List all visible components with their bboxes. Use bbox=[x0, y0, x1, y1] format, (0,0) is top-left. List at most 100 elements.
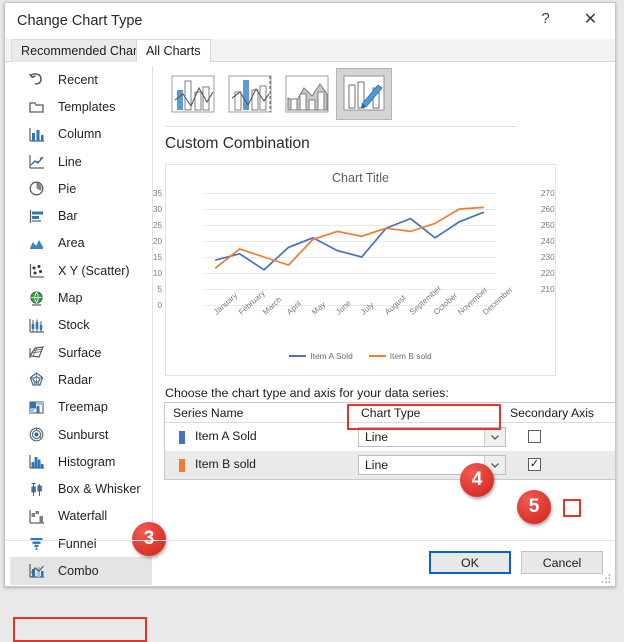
column-header-series-name: Series Name bbox=[173, 406, 244, 420]
column-chart-icon bbox=[27, 125, 46, 144]
series-table-header: Series Name Chart Type Secondary Axis bbox=[165, 403, 615, 423]
waterfall-icon bbox=[27, 507, 46, 526]
chart-type-value: Line bbox=[365, 430, 389, 444]
secondary-y-axis-tick-label: 220 bbox=[541, 269, 555, 278]
combo-selection-highlight bbox=[13, 617, 147, 642]
sidebar-item-label: Funnel bbox=[58, 536, 97, 551]
sidebar-item-label: Recent bbox=[58, 72, 98, 87]
sidebar-item-treemap[interactable]: Treemap bbox=[10, 394, 152, 421]
y-axis-tick-label: 25 bbox=[152, 221, 162, 230]
sidebar-item-label: Stock bbox=[58, 318, 90, 333]
sidebar-item-label: Line bbox=[58, 154, 82, 169]
cancel-button[interactable]: Cancel bbox=[521, 551, 603, 574]
legend-item: Item A Sold bbox=[289, 351, 353, 361]
sidebar-item-map[interactable]: Map bbox=[10, 284, 152, 311]
box-whisker-icon bbox=[27, 480, 46, 499]
sidebar-item-label: Radar bbox=[58, 372, 93, 387]
scatter-chart-icon bbox=[27, 261, 46, 280]
secondary-axis-checkbox-row-2[interactable]: ✓ bbox=[528, 458, 541, 471]
y-axis-tick-label: 0 bbox=[157, 301, 162, 310]
chart-type-dropdown-row-1[interactable]: Line bbox=[358, 427, 506, 447]
series-table: Series Name Chart Type Secondary Axis It… bbox=[164, 402, 616, 480]
subtype-clustered-column-line-secondary-axis[interactable] bbox=[222, 68, 278, 120]
legend-swatch bbox=[368, 354, 386, 358]
treemap-icon bbox=[27, 398, 46, 417]
series-line-item-b-sold bbox=[214, 206, 484, 269]
histogram-icon bbox=[27, 452, 46, 471]
sidebar-item-label: Pie bbox=[58, 181, 77, 196]
secondary-y-axis-tick-label: 230 bbox=[541, 253, 555, 262]
subtype-stacked-area-clustered-column[interactable] bbox=[279, 68, 335, 120]
legend-swatch bbox=[289, 354, 307, 358]
stock-chart-icon bbox=[27, 316, 46, 335]
column-header-secondary-axis: Secondary Axis bbox=[510, 406, 595, 420]
sidebar-item-recent[interactable]: Recent bbox=[10, 66, 152, 93]
sidebar-item-histogram[interactable]: Histogram bbox=[10, 448, 152, 475]
y-axis-tick-label: 30 bbox=[152, 205, 162, 214]
y-axis-tick-label: 35 bbox=[152, 189, 162, 198]
y-axis-tick-label: 20 bbox=[152, 237, 162, 246]
sidebar-item-label: Sunburst bbox=[58, 427, 109, 442]
combo-subtype-strip[interactable] bbox=[163, 68, 615, 122]
series-name-label: Item B sold bbox=[195, 457, 256, 471]
sidebar-item-bar[interactable]: Bar bbox=[10, 202, 152, 229]
y-axis-tick-label: 10 bbox=[152, 269, 162, 278]
series-line-item-a-sold bbox=[214, 211, 485, 271]
bar-chart-icon bbox=[27, 207, 46, 226]
sidebar-item-pie[interactable]: Pie bbox=[10, 175, 152, 202]
series-color-swatch bbox=[179, 431, 185, 444]
sidebar-item-label: Histogram bbox=[58, 454, 116, 469]
sidebar-item-label: Column bbox=[58, 127, 102, 142]
sidebar-item-x-y-scatter[interactable]: X Y (Scatter) bbox=[10, 257, 152, 284]
undo-arrow-icon bbox=[27, 70, 46, 89]
subtype-custom-combination[interactable] bbox=[336, 68, 392, 120]
folder-icon bbox=[27, 97, 46, 116]
sidebar-item-label: Map bbox=[58, 291, 83, 306]
tab-all-charts[interactable]: All Charts bbox=[136, 39, 211, 63]
y-axis-tick-label: 15 bbox=[152, 253, 162, 262]
help-icon[interactable]: ? bbox=[523, 3, 568, 34]
secondary-y-axis-tick-label: 250 bbox=[541, 221, 555, 230]
sunburst-icon bbox=[27, 425, 46, 444]
chevron-down-icon[interactable] bbox=[484, 428, 505, 446]
chart-type-value: Line bbox=[365, 458, 389, 472]
series-instruction-label: Choose the chart type and axis for your … bbox=[165, 386, 449, 400]
callout-badge-5: 5 bbox=[517, 490, 551, 524]
line-chart-icon bbox=[27, 152, 46, 171]
sidebar-item-label: Area bbox=[58, 236, 85, 251]
sidebar-item-label: Waterfall bbox=[58, 509, 108, 524]
chart-plot-area: 35 30 25 20 15 10 5 0 270 260 250 240 230 220 210 Janua… bbox=[153, 189, 555, 317]
sidebar-item-area[interactable]: Area bbox=[10, 230, 152, 257]
chart-preview: Chart Title 35 30 25 20 15 10 5 0 270 260 250 240 23… bbox=[153, 164, 556, 376]
sidebar-item-funnel[interactable]: Funnel bbox=[10, 530, 152, 557]
sidebar-item-label: X Y (Scatter) bbox=[58, 263, 130, 278]
sidebar-item-radar[interactable]: Radar bbox=[10, 366, 152, 393]
tab-strip: Recommended Charts All Charts bbox=[5, 39, 615, 63]
secondary-axis-checkbox-row-1[interactable] bbox=[528, 430, 541, 443]
ok-button[interactable]: OK bbox=[429, 551, 511, 574]
legend-label: Item B sold bbox=[389, 351, 432, 361]
sidebar-item-stock[interactable]: Stock bbox=[10, 312, 152, 339]
sidebar-item-label: Bar bbox=[58, 209, 78, 224]
sidebar-item-box-whisker[interactable]: Box & Whisker bbox=[10, 475, 152, 502]
sidebar-item-surface[interactable]: Surface bbox=[10, 339, 152, 366]
sidebar-item-column[interactable]: Column bbox=[10, 121, 152, 148]
sidebar-item-sunburst[interactable]: Sunburst bbox=[10, 421, 152, 448]
legend-item: Item B sold bbox=[368, 351, 432, 361]
chart-title: Chart Title bbox=[332, 171, 389, 185]
footer-divider bbox=[5, 540, 615, 541]
chart-series-lines bbox=[214, 206, 485, 271]
close-icon[interactable]: ✕ bbox=[568, 3, 613, 34]
dialog-body: Recent Templates Column Line Pie Bar Area X Y (… bbox=[5, 62, 616, 642]
sidebar-item-line[interactable]: Line bbox=[10, 148, 152, 175]
sidebar-item-templates[interactable]: Templates bbox=[10, 93, 152, 120]
subtype-clustered-column-line[interactable] bbox=[165, 68, 221, 120]
sidebar-item-combo[interactable]: Combo bbox=[10, 557, 152, 585]
secondary-y-axis-tick-label: 240 bbox=[541, 237, 555, 246]
sidebar-item-label: Treemap bbox=[58, 400, 108, 415]
strip-divider bbox=[165, 126, 517, 127]
chart-category-sidebar[interactable]: Recent Templates Column Line Pie Bar Area X Y (… bbox=[10, 66, 153, 585]
sidebar-item-waterfall[interactable]: Waterfall bbox=[10, 503, 152, 530]
resize-grip[interactable] bbox=[601, 573, 612, 584]
radar-chart-icon bbox=[27, 370, 46, 389]
